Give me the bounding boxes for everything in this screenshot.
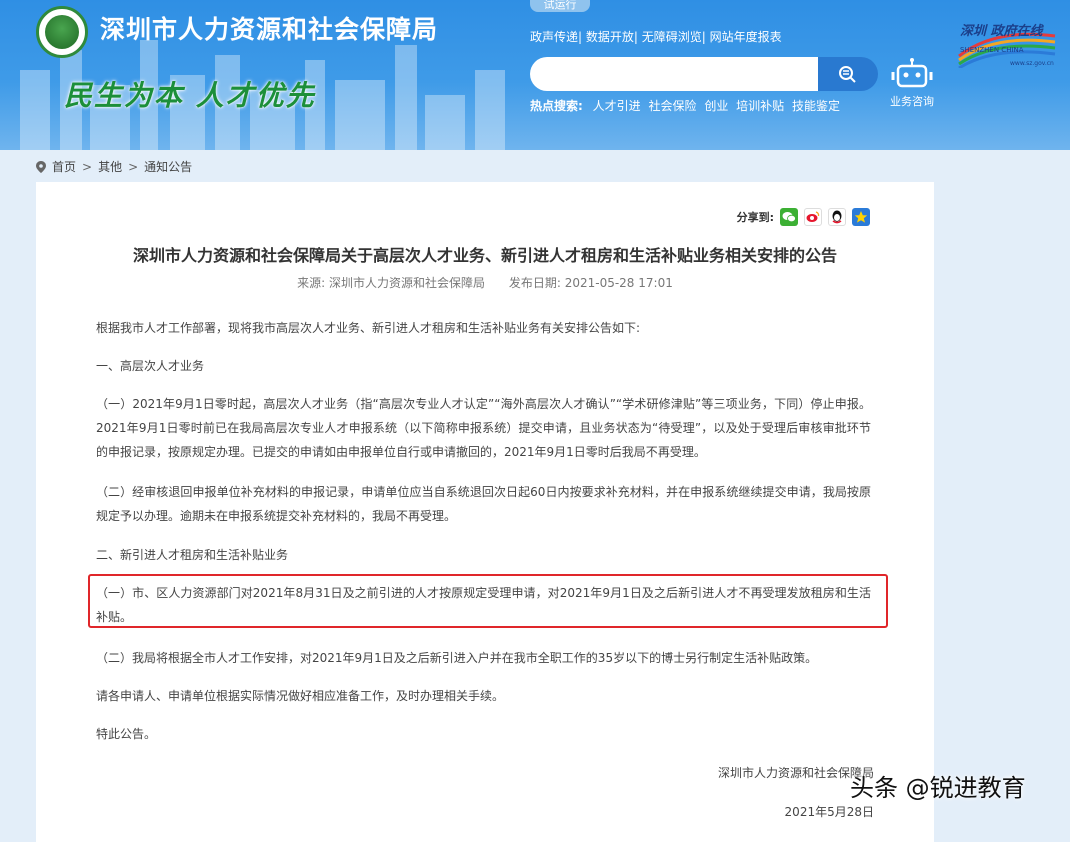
shenzhen-logo-en: SHENZHEN CHINA [960,46,1024,54]
watermark: 头条 @锐进教育 [850,774,1026,802]
section-heading: 一、高层次人才业务 [96,359,205,373]
top-link[interactable]: 无障碍浏览| [642,30,706,44]
breadcrumb-other[interactable]: 其他 [98,158,122,175]
business-consult-button[interactable]: 业务咨询 [888,58,936,109]
breadcrumb-separator: > [128,159,139,174]
share-bar: 分享到: [737,208,870,226]
breadcrumb-home[interactable]: 首页 [52,158,76,175]
search-icon [839,66,856,83]
top-link[interactable]: 网站年度报表 [710,30,782,44]
article-date: 发布日期: 2021-05-28 17:01 [508,276,673,290]
search-button[interactable] [818,57,878,91]
article-source: 来源: 深圳市人力资源和社会保障局 [297,276,486,290]
paragraph-intro: 根据我市人才工作部署，现将我市高层次人才业务、新引进人才租房和生活补贴业务有关安… [96,321,641,335]
slogan: 民生为本 人才优先 [64,79,316,112]
paragraph: （一）2021年9月1日零时起，高层次人才业务（指“高层次专业人才认定”“海外高… [96,397,871,459]
share-label: 分享到: [736,211,774,224]
top-link[interactable]: 数据开放| [586,30,638,44]
site-header: 深圳市人力资源和社会保障局 民生为本 人才优先 试运行 政声传递| 数据开放| … [0,0,1070,150]
hot-keyword[interactable]: 社会保险 [648,99,696,113]
section-heading: 二、新引进人才租房和生活补贴业务 [96,548,289,562]
top-link[interactable]: 政声传递| [530,30,582,44]
hot-keyword[interactable]: 创业 [704,99,728,113]
location-pin-icon [36,160,46,173]
robot-icon [891,58,933,88]
paragraph: （二）我局将根据全市人才工作安排，对2021年9月1日及之后新引进入户并在我市全… [96,651,818,665]
article-title: 深圳市人力资源和社会保障局关于高层次人才业务、新引进人才租房和生活补贴业务相关安… [132,246,837,265]
search-input[interactable] [530,57,818,91]
shenzhen-logo-url: www.sz.gov.cn [1010,60,1054,67]
hot-keyword[interactable]: 人才引进 [593,99,641,113]
breadcrumb-notice[interactable]: 通知公告 [144,158,192,175]
wechat-icon[interactable] [780,208,798,226]
shenzhen-logo-text: 深圳 政府在线 [960,24,1043,39]
qzone-icon[interactable] [852,208,870,226]
hot-search-label: 热点搜索: [530,99,583,113]
hot-search: 热点搜索: 人才引进 社会保险 创业 培训补贴 技能鉴定 [530,97,844,114]
trial-badge: 试运行 [530,0,590,12]
paragraph: （二）经审核退回申报单位补充材料的申报记录，申请单位应当自系统退回次日起60日内… [96,485,871,523]
weibo-icon[interactable] [804,208,822,226]
hot-keyword[interactable]: 技能鉴定 [792,99,840,113]
bureau-logo[interactable] [36,6,88,58]
business-consult-label: 业务咨询 [890,95,934,108]
paragraph-closing: 特此公告。 [96,727,157,741]
hot-keyword[interactable]: 培训补贴 [736,99,784,113]
top-links: 政声传递| 数据开放| 无障碍浏览| 网站年度报表 [530,28,782,45]
signature-date: 2021年5月28日 [784,805,874,819]
qq-icon[interactable] [828,208,846,226]
paragraph: 请各申请人、申请单位根据实际情况做好相应准备工作，及时办理相关手续。 [96,689,505,703]
site-title[interactable]: 深圳市人力资源和社会保障局 [100,10,438,46]
article-panel: 分享到: 深圳市人力资源和社会保障局关于高层次人才业务、新引进人才租房和生活补贴… [36,182,934,842]
highlight-annotation [88,574,888,628]
breadcrumb-separator: > [82,159,93,174]
article-meta: 来源: 深圳市人力资源和社会保障局 发布日期: 2021-05-28 17:01 [36,274,934,291]
breadcrumb: 首页 > 其他 > 通知公告 [36,158,192,175]
